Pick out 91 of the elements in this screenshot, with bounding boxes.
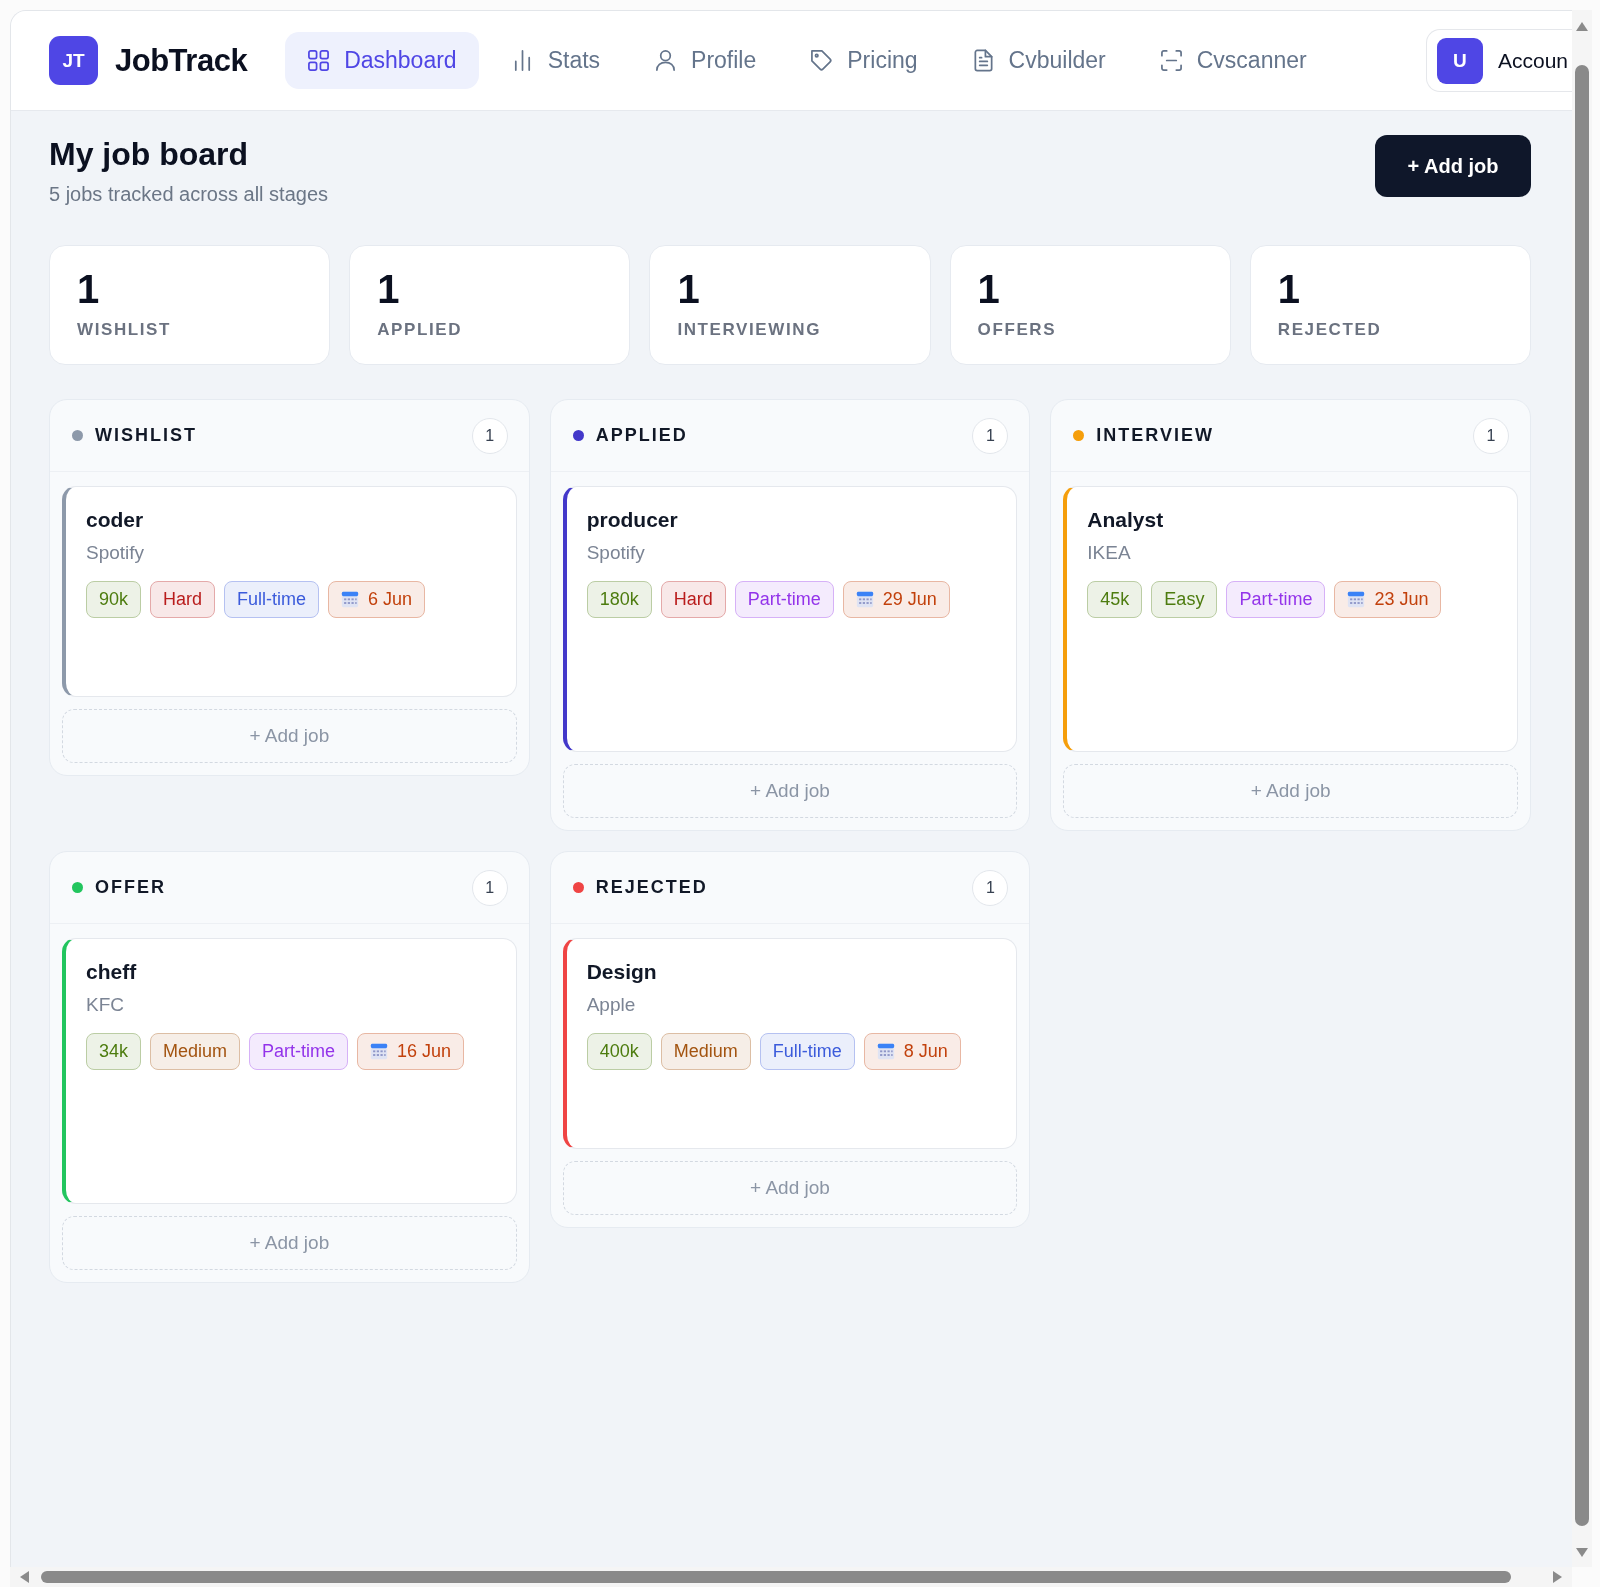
stat-label: APPLIED [377, 320, 464, 340]
nav-tab[interactable]: Cvbuilder [949, 32, 1128, 89]
stat-label: OFFERS [977, 320, 1058, 340]
scroll-up-icon[interactable] [1576, 22, 1588, 31]
stat-label: INTERVIEWING [677, 320, 822, 340]
nav-tab[interactable]: Cvscanner [1137, 32, 1329, 89]
stat-value: 1 [677, 266, 701, 312]
job-type-tag: Full-time [759, 1033, 855, 1070]
job-card[interactable]: cheff KFC 34k Medium Part-time 16 Jun [62, 938, 517, 1204]
date-text: 23 Jun [1374, 589, 1429, 610]
add-job-button[interactable]: + Add job [62, 1216, 517, 1270]
add-job-button[interactable]: + Add job [62, 709, 517, 763]
difficulty-tag: Hard [660, 581, 726, 618]
column-title: INTERVIEW [1096, 425, 1214, 446]
company-name: Spotify [586, 541, 646, 565]
company-name: Spotify [86, 541, 146, 565]
job-card[interactable]: Analyst IKEA 45k Easy Part-time 23 Jun [1063, 486, 1518, 752]
vertical-scrollbar[interactable] [1572, 10, 1592, 1567]
salary-tag: 90k [86, 581, 142, 618]
date-text: 16 Jun [397, 1041, 452, 1062]
logo-mark: JT [49, 36, 98, 85]
stat-label: WISHLIST [77, 320, 172, 340]
salary-tag: 400k [586, 1033, 652, 1070]
job-type-tag: Part-time [249, 1033, 349, 1070]
calendar-icon [1347, 591, 1366, 608]
difficulty-tag: Medium [150, 1033, 241, 1070]
salary-tag: 45k [1087, 581, 1143, 618]
stat-value: 1 [977, 266, 1001, 312]
grid-icon [307, 49, 331, 72]
scroll-down-icon[interactable] [1576, 1548, 1588, 1557]
company-name: KFC [86, 993, 125, 1017]
calendar-icon [341, 591, 360, 608]
column-title: APPLIED [595, 425, 688, 446]
salary-tag: 180k [586, 581, 652, 618]
date-text: 6 Jun [368, 589, 413, 610]
job-title: Design [586, 959, 658, 985]
job-card[interactable]: Design Apple 400k Medium Full-time 8 Jun [562, 938, 1018, 1149]
column-count: 1 [972, 417, 1009, 454]
add-job-button[interactable]: + Add job [1063, 764, 1518, 818]
add-job-button[interactable]: + Add job [562, 1161, 1018, 1215]
nav-tab[interactable]: Dashboard [285, 32, 479, 89]
column-title: REJECTED [595, 877, 708, 898]
column-count: 1 [471, 417, 508, 454]
column-title: OFFER [95, 877, 166, 898]
column-count: 1 [1473, 417, 1509, 454]
scroll-left-icon[interactable] [20, 1571, 29, 1583]
company-name: Apple [586, 993, 637, 1017]
job-card[interactable]: coder Spotify 90k Hard Full-time 6 Jun [62, 486, 517, 697]
calendar-icon [855, 591, 874, 608]
person-icon [654, 49, 678, 72]
app-name: JobTrack [115, 42, 248, 79]
nav-tab[interactable]: Profile [632, 32, 779, 89]
column-title: WISHLIST [95, 425, 197, 446]
stat-label: REJECTED [1277, 320, 1383, 340]
stat-value: 1 [377, 266, 401, 312]
scrollbar-thumb[interactable] [1575, 65, 1589, 1526]
difficulty-tag: Easy [1151, 581, 1218, 618]
scan-icon [1159, 49, 1183, 72]
account-button[interactable]: U Accoun [1425, 29, 1572, 92]
page-title: My job board [49, 135, 250, 173]
column-count: 1 [972, 869, 1009, 906]
job-card[interactable]: producer Spotify 180k Hard Part-time 29 Jun [562, 486, 1018, 752]
page-subtitle: 5 jobs tracked across all stages [49, 183, 329, 206]
avatar: U [1436, 37, 1483, 84]
date-text: 29 Jun [882, 589, 937, 610]
nav-tab[interactable]: Pricing [788, 32, 940, 89]
job-type-tag: Part-time [734, 581, 834, 618]
calendar-icon [876, 1043, 895, 1060]
tag-icon [810, 49, 834, 72]
add-job-button[interactable]: + Add job [562, 764, 1018, 818]
document-icon [971, 49, 995, 72]
company-name: IKEA [1087, 541, 1132, 565]
job-type-tag: Full-time [224, 581, 320, 618]
column-count: 1 [471, 869, 508, 906]
date-text: 8 Jun [903, 1041, 948, 1062]
horizontal-scrollbar[interactable] [10, 1567, 1572, 1587]
stat-value: 1 [1277, 266, 1302, 312]
add-job-button[interactable]: + Add job [1375, 135, 1531, 197]
difficulty-tag: Medium [660, 1033, 751, 1070]
nav-tab[interactable]: Stats [488, 32, 623, 89]
calendar-icon [370, 1043, 389, 1060]
job-title: Analyst [1087, 507, 1165, 533]
scroll-right-icon[interactable] [1553, 1571, 1562, 1583]
salary-tag: 34k [86, 1033, 142, 1070]
job-title: coder [86, 507, 145, 533]
difficulty-tag: Hard [150, 581, 216, 618]
job-title: cheff [86, 959, 138, 985]
job-title: producer [586, 507, 679, 533]
scrollbar-thumb[interactable] [41, 1571, 1511, 1583]
stat-value: 1 [77, 266, 101, 312]
job-type-tag: Part-time [1226, 581, 1326, 618]
